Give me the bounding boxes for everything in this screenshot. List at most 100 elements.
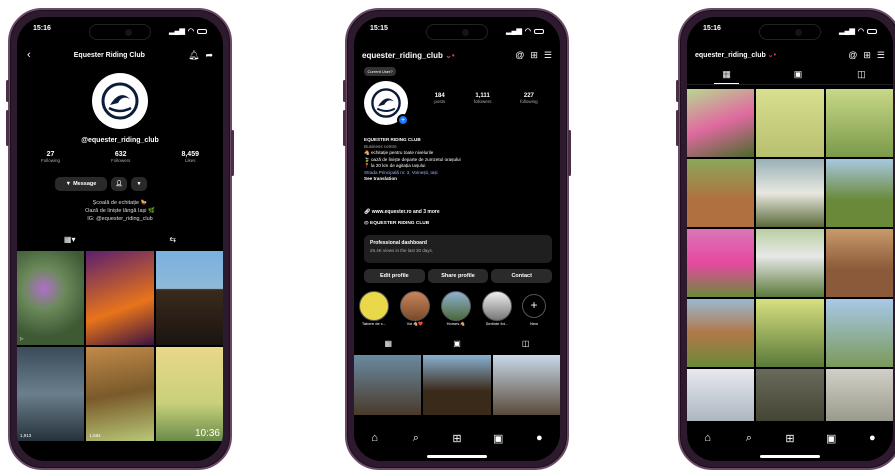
message-button[interactable]: ▼ Message (55, 177, 107, 191)
website-link[interactable]: 🔗︎ www.equester.ro and 3 more (364, 209, 440, 215)
home-icon[interactable]: ⌂ (700, 430, 716, 446)
reels-icon[interactable]: ▣ (823, 430, 839, 446)
phone-frame-2: 15:15 ▂▄▆ ◠ equester_riding_club ⌄• @ ⊞ … (343, 8, 571, 470)
profile-stats: 27 Following 632 Followers 8,459 Likes (41, 151, 199, 163)
grid-item[interactable] (687, 89, 755, 157)
stat-followers[interactable]: 632 Followers (111, 151, 130, 163)
edit-profile-button[interactable]: Edit profile (364, 269, 425, 283)
share-icon[interactable]: ➦ (205, 50, 213, 61)
reels-tab-icon[interactable]: ▣ (453, 339, 461, 351)
stat-likes: 8,459 Likes (181, 151, 199, 163)
grid-item[interactable] (825, 159, 893, 227)
bell-icon[interactable]: 🔔︎ (188, 50, 199, 61)
status-icons: ▂▄▆ ◠ (839, 25, 877, 37)
stat-following[interactable]: 27 Following (41, 151, 60, 163)
highlight-item[interactable]: Tabere de c... (356, 291, 392, 326)
grid-tab-icon[interactable]: ▦ (385, 339, 393, 351)
grid-item[interactable]: ▷ (17, 251, 85, 345)
share-profile-button[interactable]: Share profile (427, 269, 489, 283)
grid-item[interactable] (492, 355, 560, 415)
create-icon[interactable]: ⊞ (449, 430, 465, 446)
menu-icon[interactable]: ☰ (544, 50, 552, 61)
screen-2: 15:15 ▂▄▆ ◠ equester_riding_club ⌄• @ ⊞ … (354, 17, 560, 461)
stat-following[interactable]: 227 following (520, 93, 538, 104)
chevron-down-icon: ⌄• (767, 52, 777, 59)
add-story-icon[interactable]: + (397, 114, 409, 126)
stat-posts[interactable]: 184 posts (434, 93, 445, 104)
wifi-icon: ◠ (187, 28, 194, 35)
avatar[interactable]: + (364, 81, 409, 126)
grid-item[interactable]: 1,913 (17, 347, 85, 441)
stat-followers[interactable]: 1,111 followers (474, 93, 492, 104)
logo-icon (371, 88, 401, 118)
tagged-tab-icon[interactable]: ◫ (522, 339, 530, 351)
see-translation-link[interactable]: See translation (364, 176, 552, 183)
post-grid (687, 89, 893, 437)
grid-item[interactable] (155, 251, 223, 345)
profile-stats: 184 posts 1,111 followers 227 following (420, 93, 552, 104)
grid-item[interactable] (86, 251, 154, 345)
grid-item[interactable]: 1,584 (86, 347, 154, 441)
grid-item[interactable] (825, 299, 893, 367)
bottom-nav: ⌂ ⌕ ⊞ ▣ ● (354, 421, 560, 461)
post-grid (354, 355, 560, 415)
grid-tab-icon[interactable]: ▦▾ (64, 235, 76, 247)
chevron-down-icon: ⌄• (445, 50, 455, 60)
dynamic-island (89, 24, 151, 40)
search-icon[interactable]: ⌕ (408, 430, 424, 446)
account-switcher[interactable]: equester_riding_club ⌄• (695, 51, 776, 59)
profile-icon[interactable]: ● (531, 430, 547, 446)
grid-item[interactable] (756, 89, 824, 157)
threads-icon[interactable]: @ (515, 50, 524, 61)
add-icon[interactable]: ⊞ (530, 50, 538, 61)
professional-dashboard[interactable]: Professional dashboard 25.4K views in th… (364, 235, 552, 263)
highlight-item[interactable]: Ședințe fot... (479, 291, 515, 326)
avatar[interactable] (92, 73, 148, 129)
grid-item[interactable] (687, 159, 755, 227)
add-icon[interactable]: ⊞ (863, 50, 871, 61)
phone-frame-3: 15:16 ▂▄▆ ◠ equester_riding_club ⌄• @ ⊞ … (676, 8, 895, 470)
repost-tab-icon[interactable]: ⇆ (169, 235, 176, 247)
status-icons: ▂▄▆ ◠ (169, 25, 207, 37)
bio: Școală de echitație 🐎 Oază de liniște lâ… (85, 200, 155, 222)
battery-icon (197, 28, 207, 34)
tagged-tab-icon[interactable]: ◫ (857, 69, 866, 84)
menu-icon[interactable]: ☰ (877, 50, 885, 61)
grid-item[interactable]: 10:36 (155, 347, 223, 441)
more-button[interactable]: ▾ (131, 177, 147, 191)
grid-item[interactable] (687, 299, 755, 367)
threads-badge[interactable]: @ EQUESTER RIDING CLUB (364, 221, 429, 226)
contact-button[interactable]: Contact (491, 269, 553, 283)
create-icon[interactable]: ⊞ (782, 430, 798, 446)
add-user-button[interactable]: 👤︎ (111, 177, 127, 191)
grid-item[interactable] (756, 299, 824, 367)
wifi-icon: ◠ (857, 28, 864, 35)
grid-item[interactable] (825, 89, 893, 157)
threads-icon[interactable]: @ (848, 50, 857, 61)
search-icon[interactable]: ⌕ (741, 430, 757, 446)
grid-tab-icon[interactable]: ▦ (714, 69, 739, 84)
battery-icon (534, 28, 544, 34)
account-switcher[interactable]: equester_riding_club ⌄• (362, 51, 455, 60)
profile-icon[interactable]: ● (864, 430, 880, 446)
phone-frame-1: 15:16 ▂▄▆ ◠ ‹ Equester Riding Club 🔔︎ ➦ … (6, 8, 234, 470)
link-icon: 🔗︎ (364, 209, 371, 215)
wifi-icon: ◠ (524, 28, 531, 35)
highlight-item[interactable]: Horses 🐴 (438, 291, 474, 326)
new-highlight-button[interactable]: + New (520, 291, 548, 326)
back-icon[interactable]: ‹ (27, 49, 31, 61)
status-time: 15:15 (370, 25, 388, 32)
grid-item[interactable] (756, 229, 824, 297)
logo-icon (101, 82, 139, 120)
bottom-nav: ⌂ ⌕ ⊞ ▣ ● (687, 421, 893, 461)
highlight-item[interactable]: Voi 🐴❤️ (397, 291, 433, 326)
grid-item[interactable] (825, 229, 893, 297)
grid-item[interactable] (756, 159, 824, 227)
grid-item[interactable] (687, 229, 755, 297)
grid-item[interactable] (354, 355, 422, 415)
home-icon[interactable]: ⌂ (367, 430, 383, 446)
grid-item[interactable] (423, 355, 491, 415)
reels-icon[interactable]: ▣ (490, 430, 506, 446)
reels-tab-icon[interactable]: ▣ (794, 69, 803, 84)
story-highlights: Tabere de c... Voi 🐴❤️ Horses 🐴 Ședințe … (356, 291, 560, 326)
